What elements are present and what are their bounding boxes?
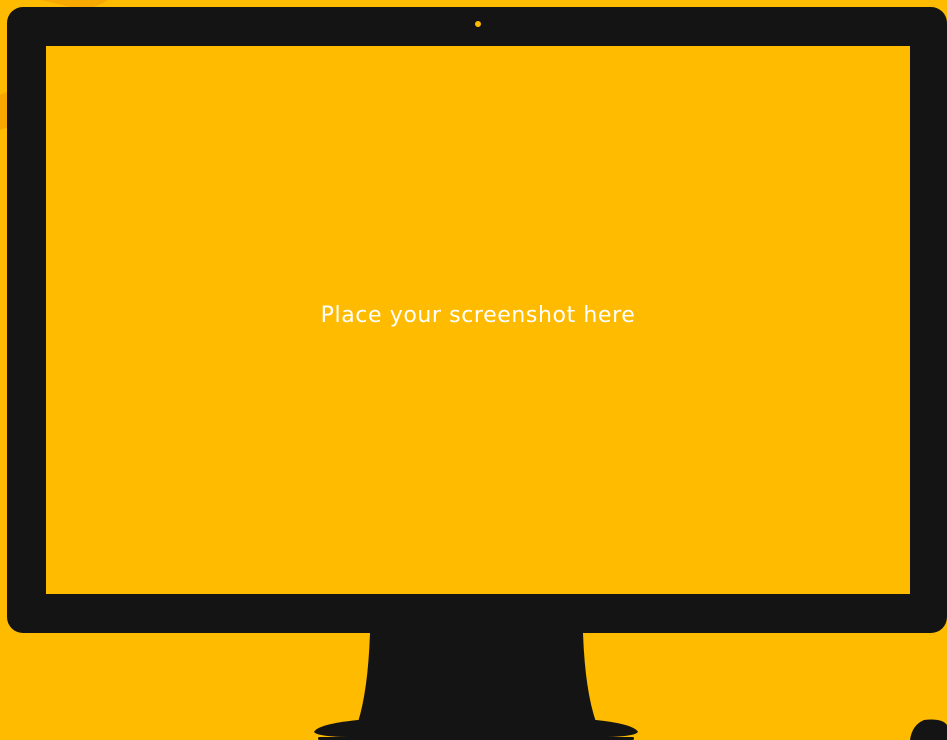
- screenshot-placeholder-text: Place your screenshot here: [320, 302, 636, 328]
- camera-dot-icon: [475, 21, 481, 27]
- monitor-screen: Place your screenshot here: [46, 46, 910, 594]
- stand-base: [314, 720, 638, 737]
- stand-neck: [358, 633, 596, 722]
- decor-corner-shape: [910, 719, 947, 740]
